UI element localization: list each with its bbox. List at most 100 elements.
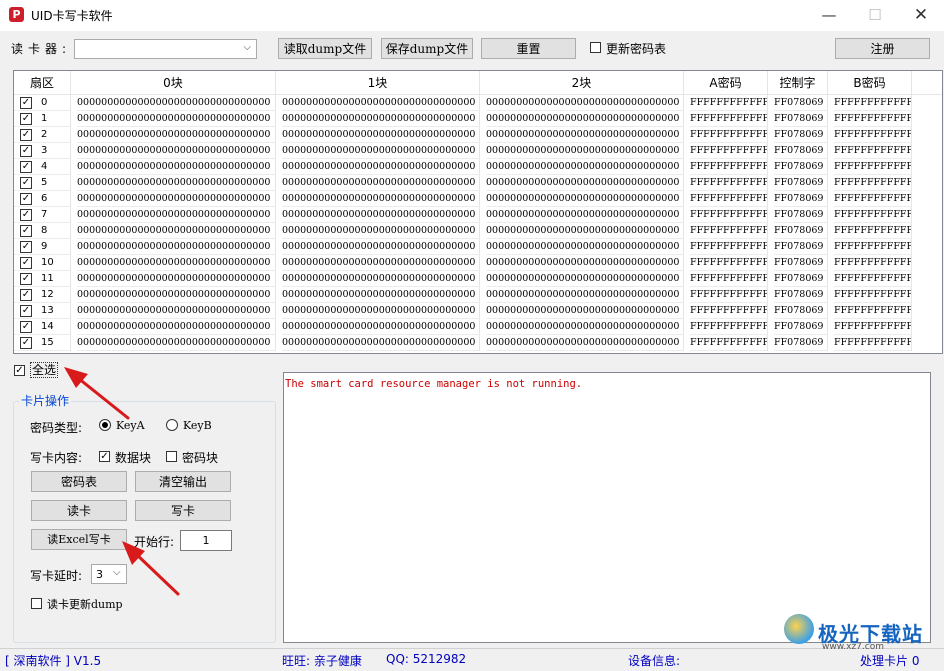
reset-button[interactable]: 重置 xyxy=(481,38,576,59)
table-row[interactable]: ✓ 5 00000000000000000000000000000000 000000… xyxy=(14,175,942,191)
header-access[interactable]: 控制字 xyxy=(768,71,828,95)
write-content-label: 写卡内容: xyxy=(30,451,83,465)
key-block-checkbox[interactable] xyxy=(166,451,177,462)
key-b-radio[interactable] xyxy=(166,419,178,431)
clear-output-button[interactable]: 清空输出 xyxy=(135,471,231,492)
output-log[interactable]: The smart card resource manager is not r… xyxy=(283,372,931,643)
watermark-url: www.xz7.com xyxy=(822,642,884,652)
table-row[interactable]: ✓ 14 00000000000000000000000000000000 00000… xyxy=(14,319,942,335)
cell-block2: 00000000000000000000000000000000 xyxy=(486,287,684,303)
save-dump-button[interactable]: 保存dump文件 xyxy=(381,38,473,59)
cell-key-b: FFFFFFFFFFFF xyxy=(834,143,912,159)
header-block0[interactable]: 0块 xyxy=(71,71,276,95)
excel-write-button[interactable]: 读Excel写卡 xyxy=(31,529,127,550)
cell-block0: 00000000000000000000000000000000 xyxy=(77,207,276,223)
status-qq: QQ: 5212982 xyxy=(386,652,467,666)
sector-number: 7 xyxy=(41,209,48,220)
row-checkbox[interactable]: ✓ xyxy=(20,177,32,189)
cell-block1: 00000000000000000000000000000000 xyxy=(282,159,480,175)
header-sector[interactable]: 扇区 xyxy=(14,71,71,95)
register-button[interactable]: 注册 xyxy=(835,38,930,59)
cell-block2: 00000000000000000000000000000000 xyxy=(486,191,684,207)
table-row[interactable]: ✓ 7 00000000000000000000000000000000 000000… xyxy=(14,207,942,223)
header-block2[interactable]: 2块 xyxy=(480,71,684,95)
maximize-button[interactable]: ☐ xyxy=(852,0,898,31)
cell-block1: 00000000000000000000000000000000 xyxy=(282,255,480,271)
row-checkbox[interactable]: ✓ xyxy=(20,241,32,253)
write-delay-select[interactable]: 3 ⌵ xyxy=(91,564,127,584)
table-row[interactable]: ✓ 3 00000000000000000000000000000000 000000… xyxy=(14,143,942,159)
table-row[interactable]: ✓ 0 00000000000000000000000000000000 000000… xyxy=(14,95,942,111)
key-table-button[interactable]: 密码表 xyxy=(31,471,127,492)
cell-block1: 00000000000000000000000000000000 xyxy=(282,335,480,351)
read-dump-button[interactable]: 读取dump文件 xyxy=(278,38,372,59)
minimize-button[interactable]: — xyxy=(806,0,852,31)
table-row[interactable]: ✓ 9 00000000000000000000000000000000 000000… xyxy=(14,239,942,255)
header-key-b[interactable]: B密码 xyxy=(828,71,912,95)
cell-key-b: FFFFFFFFFFFF xyxy=(834,255,912,271)
row-checkbox[interactable]: ✓ xyxy=(20,161,32,173)
start-row-input[interactable]: 1 xyxy=(180,530,232,551)
row-checkbox[interactable]: ✓ xyxy=(20,273,32,285)
cell-block0: 00000000000000000000000000000000 xyxy=(77,303,276,319)
reader-select[interactable]: ⌵ xyxy=(74,39,257,59)
key-a-radio[interactable] xyxy=(99,419,111,431)
table-row[interactable]: ✓ 15 00000000000000000000000000000000 00000… xyxy=(14,335,942,351)
row-checkbox[interactable]: ✓ xyxy=(20,225,32,237)
cell-block0: 00000000000000000000000000000000 xyxy=(77,223,276,239)
cell-block1: 00000000000000000000000000000000 xyxy=(282,191,480,207)
sector-number: 3 xyxy=(41,145,48,156)
row-checkbox[interactable]: ✓ xyxy=(20,289,32,301)
row-checkbox[interactable]: ✓ xyxy=(20,193,32,205)
table-row[interactable]: ✓ 2 00000000000000000000000000000000 000000… xyxy=(14,127,942,143)
cell-access: FF078069 xyxy=(774,207,828,223)
row-checkbox[interactable]: ✓ xyxy=(20,113,32,125)
table-row[interactable]: ✓ 13 00000000000000000000000000000000 00000… xyxy=(14,303,942,319)
sector-number: 0 xyxy=(41,97,48,108)
row-checkbox[interactable]: ✓ xyxy=(20,305,32,317)
cell-access: FF078069 xyxy=(774,95,828,111)
write-card-button[interactable]: 写卡 xyxy=(135,500,231,521)
cell-key-a: FFFFFFFFFFFF xyxy=(690,303,768,319)
data-block-checkbox[interactable]: ✓ xyxy=(99,451,110,462)
header-block1[interactable]: 1块 xyxy=(276,71,480,95)
write-delay-label: 写卡延时: xyxy=(30,569,83,583)
header-key-a[interactable]: A密码 xyxy=(684,71,768,95)
cell-sector: ✓ 11 xyxy=(14,271,71,287)
cell-key-a: FFFFFFFFFFFF xyxy=(690,143,768,159)
table-row[interactable]: ✓ 11 00000000000000000000000000000000 00000… xyxy=(14,271,942,287)
cell-access: FF078069 xyxy=(774,191,828,207)
cell-key-b: FFFFFFFFFFFF xyxy=(834,111,912,127)
update-keys-checkbox[interactable] xyxy=(590,42,601,53)
table-row[interactable]: ✓100000000000000000000000000000000000000… xyxy=(14,255,942,271)
cell-key-a: FFFFFFFFFFFF xyxy=(690,207,768,223)
sector-grid[interactable]: 扇区 0块 1块 2块 A密码 控制字 B密码 ✓ 0 00000000000000000000… xyxy=(13,70,943,354)
cell-block0: 00000000000000000000000000000000 xyxy=(77,287,276,303)
close-button[interactable]: ✕ xyxy=(898,0,944,31)
read-card-button[interactable]: 读卡 xyxy=(31,500,127,521)
cell-access: FF078069 xyxy=(774,223,828,239)
cell-key-b: FFFFFFFFFFFF xyxy=(834,191,912,207)
table-row[interactable]: ✓100000000000000000000000000000000000000… xyxy=(14,111,942,127)
status-device: 设备信息: xyxy=(628,654,681,668)
update-dump-checkbox[interactable] xyxy=(31,598,42,609)
cell-key-a: FFFFFFFFFFFF xyxy=(690,127,768,143)
row-checkbox[interactable]: ✓ xyxy=(20,97,32,109)
cell-block2: 00000000000000000000000000000000 xyxy=(486,143,684,159)
select-all-checkbox[interactable]: ✓ xyxy=(14,365,25,376)
row-checkbox[interactable]: ✓ xyxy=(20,129,32,141)
cell-block2: 00000000000000000000000000000000 xyxy=(486,223,684,239)
row-checkbox[interactable]: ✓ xyxy=(20,145,32,157)
cell-key-b: FFFFFFFFFFFF xyxy=(834,223,912,239)
table-row[interactable]: ✓ 12 00000000000000000000000000000000 00000… xyxy=(14,287,942,303)
cell-key-a: FFFFFFFFFFFF xyxy=(690,239,768,255)
table-row[interactable]: ✓ 4 00000000000000000000000000000000 000000… xyxy=(14,159,942,175)
row-checkbox[interactable]: ✓ xyxy=(20,209,32,221)
table-row[interactable]: ✓ 6 00000000000000000000000000000000 000000… xyxy=(14,191,942,207)
table-row[interactable]: ✓ 8 00000000000000000000000000000000 000000… xyxy=(14,223,942,239)
row-checkbox[interactable]: ✓ xyxy=(20,321,32,333)
row-checkbox[interactable]: ✓ xyxy=(20,337,32,349)
row-checkbox[interactable]: ✓ xyxy=(20,257,32,269)
cell-block1: 00000000000000000000000000000000 xyxy=(282,223,480,239)
cell-block2: 00000000000000000000000000000000 xyxy=(486,255,684,271)
